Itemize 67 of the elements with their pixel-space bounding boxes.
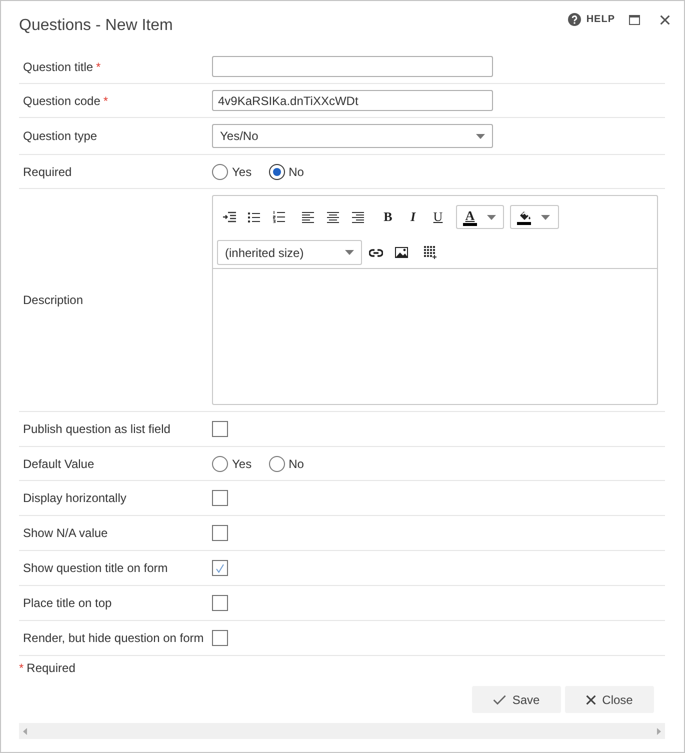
radio-button[interactable]	[268, 456, 285, 472]
indent-icon	[222, 211, 236, 223]
color-swatch-icon	[517, 222, 531, 224]
dropdown[interactable]: Yes/No	[212, 124, 493, 148]
table-grid-icon	[424, 246, 436, 259]
radio-button[interactable]	[212, 164, 228, 180]
font-color-button[interactable]: A	[456, 205, 504, 229]
field-label: Place title on top	[23, 595, 112, 612]
checkmark-icon	[216, 564, 224, 572]
align-center-icon	[327, 212, 339, 222]
checkbox[interactable]	[212, 560, 228, 576]
help-button[interactable]: HELP	[568, 12, 615, 27]
caret-icon	[345, 250, 354, 255]
required-mark: *	[96, 58, 101, 76]
underline-button[interactable]: U	[427, 205, 449, 229]
align-right-icon	[352, 212, 364, 222]
required-mark: *	[19, 661, 24, 675]
paint-bucket-icon	[518, 210, 530, 220]
highlight-color-button[interactable]	[510, 205, 559, 229]
link-icon	[369, 248, 383, 256]
field-label: Question title	[23, 58, 94, 76]
checkbox[interactable]	[212, 525, 228, 541]
field-label: Publish question as list field	[23, 421, 170, 438]
help-icon	[568, 13, 582, 26]
checkbox[interactable]	[212, 630, 228, 646]
italic-button[interactable]: I	[402, 205, 424, 229]
close-icon	[586, 694, 596, 704]
option-label: No	[288, 456, 304, 472]
dialog-title: Questions - New Item	[19, 16, 173, 36]
text-input[interactable]	[212, 56, 493, 77]
save-button[interactable]: Save	[472, 686, 561, 713]
color-swatch-icon	[463, 222, 477, 226]
checkmark-icon	[493, 694, 506, 704]
align-left-icon	[302, 212, 314, 222]
close-button[interactable]	[659, 14, 671, 26]
field-label: Render, but hide question on form	[23, 630, 204, 647]
checkbox[interactable]	[212, 421, 228, 437]
image-icon	[394, 247, 408, 258]
radio-button[interactable]	[268, 164, 285, 180]
font-size-dropdown[interactable]: (inherited size)	[217, 240, 362, 265]
checkbox[interactable]	[212, 490, 228, 506]
maximize-icon	[628, 14, 640, 24]
radio-button[interactable]	[212, 456, 228, 472]
caret-icon	[476, 134, 485, 138]
field-label: Question type	[23, 128, 98, 145]
field-label: Description	[23, 292, 84, 309]
numbered-list-icon	[273, 211, 285, 223]
bold-button[interactable]: B	[377, 205, 399, 229]
field-label: Required	[23, 164, 72, 180]
field-label: Show question title on form	[23, 560, 168, 577]
close-dialog-button[interactable]: Close	[565, 686, 654, 713]
field-label: Display horizontally	[23, 490, 126, 507]
option-label: Yes	[232, 456, 252, 472]
checkbox[interactable]	[212, 595, 228, 611]
required-note: Required	[26, 661, 76, 675]
required-mark: *	[103, 92, 108, 110]
field-label: Question code	[23, 92, 100, 110]
option-label: No	[288, 164, 304, 180]
caret-icon	[541, 214, 550, 220]
close-icon	[660, 14, 670, 24]
text-input[interactable]: 4v9KaRSIKa.dnTiXXcWDt	[212, 90, 493, 111]
field-label: Default Value	[23, 456, 94, 472]
maximize-button[interactable]	[628, 14, 640, 26]
option-label: Yes	[232, 164, 252, 180]
bullet-list-icon	[248, 212, 260, 222]
caret-icon	[487, 214, 496, 220]
field-label: Show N/A value	[23, 525, 108, 542]
